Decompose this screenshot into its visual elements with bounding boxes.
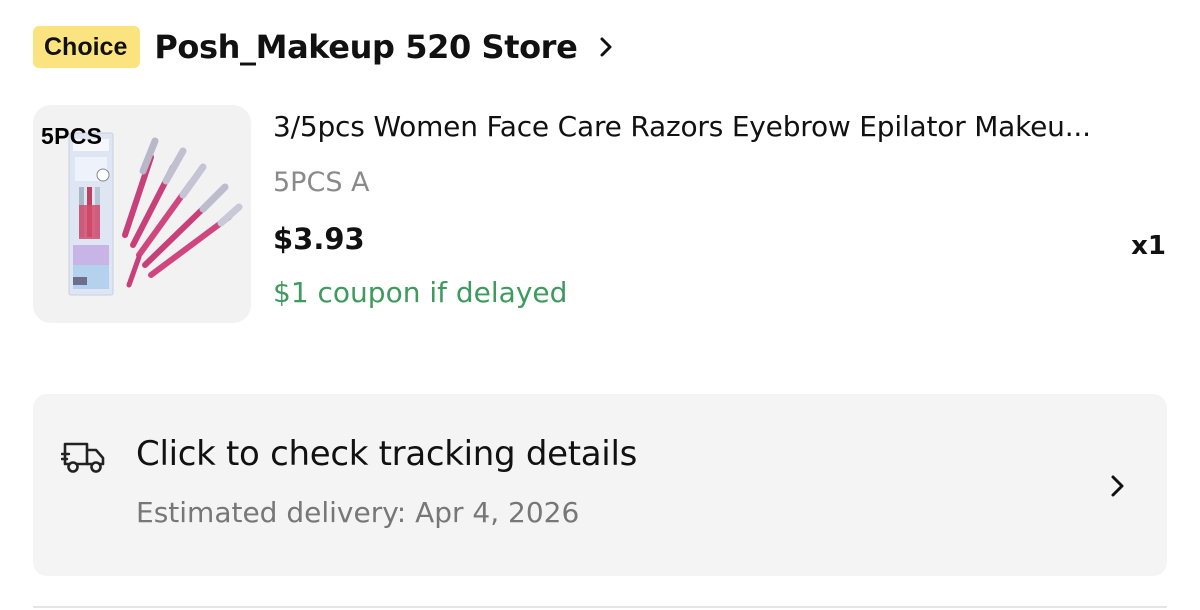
store-header[interactable]: Choice Posh_Makeup 520 Store [33,22,617,72]
estimated-delivery: Estimated delivery: Apr 4, 2026 [136,496,580,529]
chevron-right-icon[interactable] [595,36,617,58]
store-name[interactable]: Posh_Makeup 520 Store [154,28,577,66]
product-quantity: x1 [1131,231,1166,261]
choice-badge: Choice [33,26,141,68]
product-title[interactable]: 3/5pcs Women Face Care Razors Eyebrow Ep… [273,110,1168,143]
divider [33,606,1167,608]
tracking-title[interactable]: Click to check tracking details [136,434,637,474]
product-price: $3.93 [273,222,365,256]
truck-icon [60,436,107,476]
delay-coupon-text: $1 coupon if delayed [273,276,568,309]
tracking-card[interactable]: Click to check tracking details Estimate… [33,394,1167,576]
product-variant: 5PCS A [273,167,370,198]
thumbnail-label: 5PCS [41,123,103,149]
chevron-right-icon[interactable] [1107,472,1129,500]
order-item-page: Choice Posh_Makeup 520 Store 5PCS 3/5pcs… [0,0,1200,610]
product-thumbnail[interactable]: 5PCS [33,105,251,323]
